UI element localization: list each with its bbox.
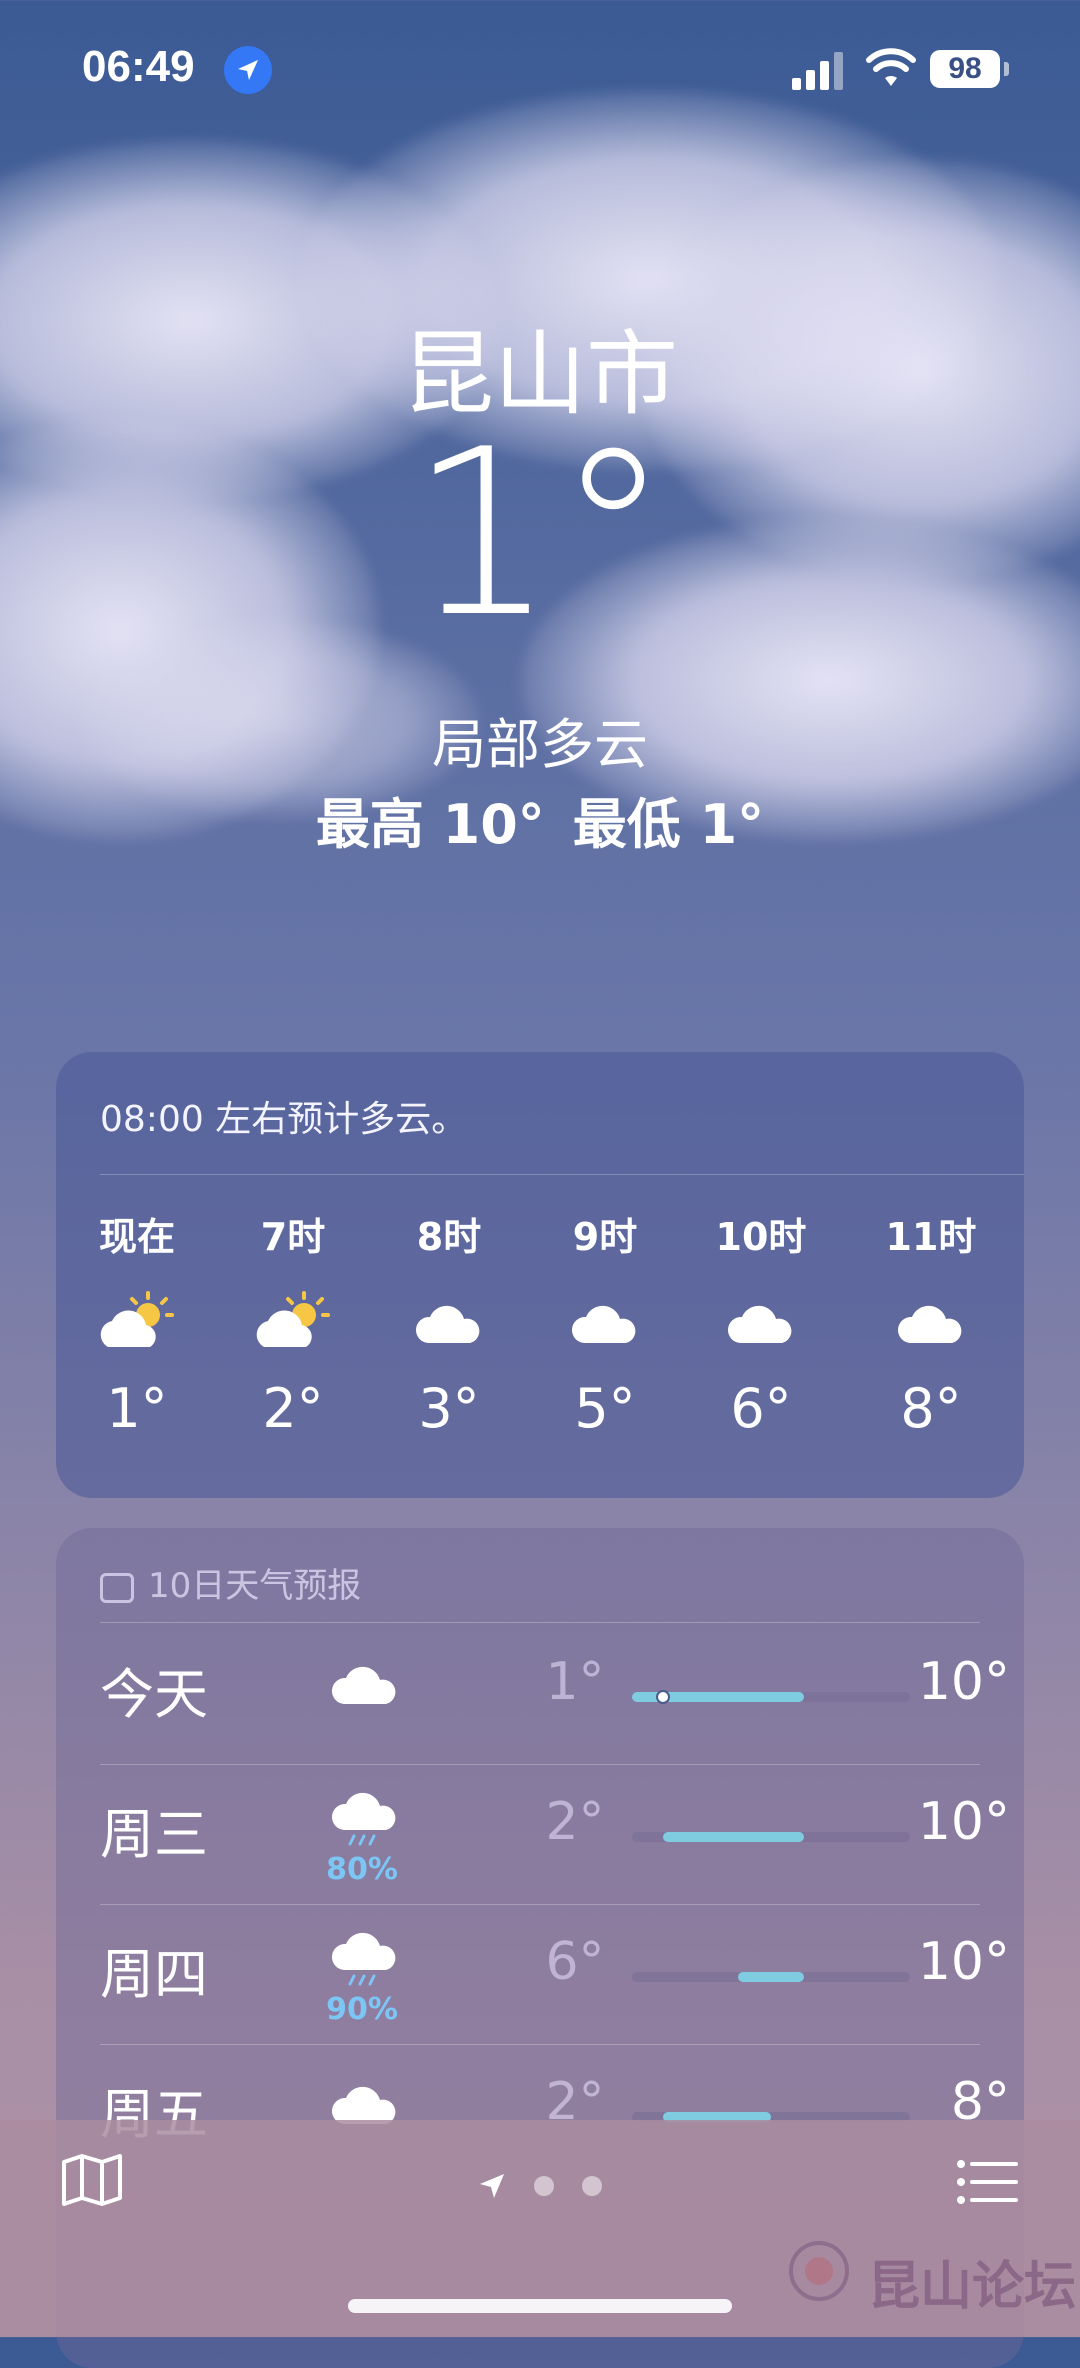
hour-temp: 1° [106, 1377, 168, 1440]
day-label: 周三 [100, 1803, 208, 1866]
hour-item[interactable]: 11时 8° [856, 1206, 1006, 1440]
precip-chance: 80% [326, 1852, 398, 1887]
page-dot[interactable] [582, 2176, 602, 2196]
hour-temp: 6° [730, 1377, 792, 1440]
current-temp-dot [655, 1690, 670, 1704]
hour-temp: 3° [418, 1377, 480, 1440]
status-bar: 06:49 98 [0, 0, 1080, 140]
divider [100, 1622, 980, 1623]
low-temp: 2° [545, 1792, 605, 1852]
calendar-icon [100, 1572, 134, 1603]
cloud-icon [331, 1666, 396, 1704]
temp-range-fill [662, 1832, 805, 1842]
hour-temp: 2° [262, 1377, 324, 1440]
watermark-text: 昆山论坛 [868, 2257, 1077, 2317]
current-temperature: 1° [409, 401, 671, 668]
partly-sunny-icon [218, 1279, 368, 1369]
hour-label: 7时 [260, 1215, 326, 1259]
high-low: 最高 10° 最低 1° [0, 780, 1080, 859]
hour-item[interactable]: 7时 2° [218, 1206, 368, 1440]
hour-temp: 5° [574, 1377, 636, 1440]
temp-range-bar [632, 1972, 910, 1982]
forum-watermark: 昆山论坛 [786, 2238, 1076, 2317]
cloud-icon [856, 1279, 1006, 1369]
forecast-header: 10日天气预报 [100, 1558, 361, 1607]
watermark-logo-icon [789, 2241, 849, 2301]
page-indicator[interactable] [472, 2164, 622, 2204]
forecast-title: 10日天气预报 [148, 1566, 362, 1606]
high-temp: 10° [917, 1792, 1010, 1852]
map-icon[interactable] [60, 2152, 124, 2208]
forecast-row-today[interactable]: 今天 1° 10° [100, 1624, 1010, 1764]
current-condition: 局部多云 [432, 713, 648, 776]
high-temp: 10° [917, 1932, 1010, 1992]
forecast-row[interactable]: 周三 80% 2° 10° [100, 1764, 1010, 1904]
hourly-list[interactable]: 现在 1° 7时 2° 8时 3° 9时 5° 10时 6° 11时 8° [56, 1206, 1024, 1466]
temp-range-fill [737, 1972, 805, 1982]
cellular-signal-icon [792, 52, 843, 90]
page-dot[interactable] [534, 2176, 554, 2196]
low-temp: 1° [545, 1652, 605, 1712]
hour-label: 现在 [98, 1215, 175, 1259]
cloud-icon [686, 1279, 836, 1369]
hour-label: 9时 [572, 1215, 638, 1259]
list-icon[interactable] [956, 2158, 1020, 2206]
battery-tip [1004, 62, 1009, 76]
hour-label: 10时 [715, 1215, 807, 1259]
hourly-summary: 08:00 左右预计多云。 [100, 1099, 468, 1140]
temp-range-bar [632, 1832, 910, 1842]
low-temp: 6° [545, 1932, 605, 1992]
status-time: 06:49 [82, 42, 195, 91]
temp-range-bar [632, 1690, 910, 1704]
high-temp: 10° [917, 1652, 1010, 1712]
hour-item[interactable]: 9时 5° [530, 1206, 680, 1440]
cloud-icon [374, 1279, 524, 1369]
precip-chance: 90% [326, 1992, 398, 2027]
day-label: 周四 [100, 1943, 208, 2006]
day-label: 今天 [100, 1663, 208, 1726]
hour-item[interactable]: 8时 3° [374, 1206, 524, 1440]
hourly-forecast-card[interactable]: 08:00 左右预计多云。 现在 1° 7时 2° 8时 3° 9时 5° 10… [56, 1052, 1024, 1498]
hour-label: 8时 [416, 1215, 482, 1259]
divider [100, 1174, 1024, 1175]
battery-indicator: 98 [930, 50, 1000, 88]
wifi-icon [866, 48, 916, 86]
hour-label: 11时 [885, 1215, 977, 1259]
partly-sunny-icon [62, 1279, 212, 1369]
location-arrow-icon[interactable] [476, 2170, 508, 2202]
cloud-icon [530, 1279, 680, 1369]
hour-item[interactable]: 10时 6° [686, 1206, 836, 1440]
forecast-row[interactable]: 周四 90% 6° 10° [100, 1904, 1010, 2044]
hour-temp: 8° [900, 1377, 962, 1440]
low-temp: 最低 1° [572, 793, 765, 856]
home-indicator[interactable] [348, 2299, 732, 2313]
high-temp: 最高 10° [315, 793, 545, 856]
location-arrow-icon [224, 46, 272, 94]
hour-item[interactable]: 现在 1° [62, 1206, 212, 1440]
